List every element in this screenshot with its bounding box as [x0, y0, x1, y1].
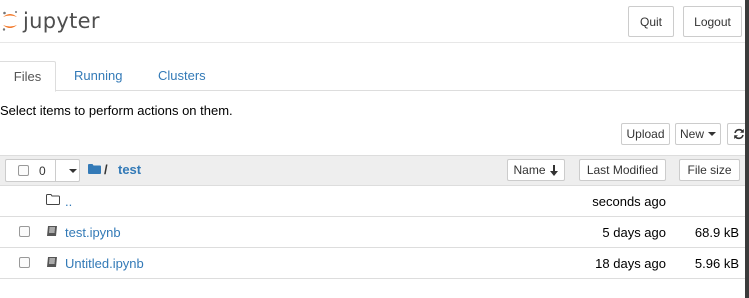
item-checkbox[interactable] — [19, 257, 30, 268]
sort-by-name-button[interactable]: Name — [507, 159, 565, 181]
last-modified: 18 days ago — [595, 256, 666, 271]
sort-by-modified-button[interactable]: Last Modified — [579, 159, 666, 181]
folder-open-icon — [46, 194, 60, 205]
chevron-down-icon — [708, 132, 716, 136]
logout-button[interactable]: Logout — [683, 6, 742, 37]
last-modified: seconds ago — [592, 194, 666, 209]
notebook-icon — [47, 226, 57, 236]
refresh-icon — [733, 128, 744, 140]
new-button-label: New — [679, 127, 704, 141]
list-item[interactable]: test.ipynb 5 days ago 68.9 kB — [0, 217, 745, 248]
tab-files[interactable]: Files — [0, 61, 56, 92]
tab-running[interactable]: Running — [74, 61, 122, 91]
file-size: 68.9 kB — [694, 225, 739, 240]
new-button[interactable]: New — [675, 123, 721, 145]
last-modified: 5 days ago — [602, 225, 666, 240]
breadcrumb-separator: / — [104, 162, 108, 177]
sort-name-label: Name — [513, 163, 546, 177]
jupyter-logo[interactable]: jupyter — [2, 6, 100, 36]
folder-icon[interactable] — [88, 164, 101, 174]
notebook-icon — [47, 257, 57, 267]
jupyter-logo-icon — [2, 11, 17, 31]
selected-count: 0 — [39, 164, 46, 178]
sort-by-size-button[interactable]: File size — [679, 159, 740, 181]
arrow-down-icon — [549, 164, 558, 176]
file-name-link[interactable]: Untitled.ipynb — [65, 256, 144, 271]
breadcrumb-current[interactable]: test — [118, 162, 141, 177]
file-name-link[interactable]: .. — [65, 194, 72, 209]
tab-bar: Files Running Clusters — [0, 61, 749, 92]
upload-button[interactable]: Upload — [621, 123, 670, 145]
header-bar: jupyter Quit Logout — [0, 0, 749, 43]
tab-clusters[interactable]: Clusters — [158, 61, 206, 91]
list-item[interactable]: .. seconds ago — [0, 186, 745, 217]
window-edge — [745, 0, 749, 298]
divider — [55, 160, 56, 181]
instruction-text: Select items to perform actions on them. — [0, 103, 233, 118]
chevron-down-icon[interactable] — [69, 169, 77, 173]
file-name-link[interactable]: test.ipynb — [65, 225, 121, 240]
select-all-checkbox[interactable] — [18, 165, 29, 176]
brand-name: jupyter — [23, 9, 100, 33]
select-all-dropdown[interactable]: 0 — [5, 159, 80, 182]
item-checkbox[interactable] — [19, 226, 30, 237]
quit-button[interactable]: Quit — [628, 6, 674, 37]
list-item[interactable]: Untitled.ipynb 18 days ago 5.96 kB — [0, 248, 745, 279]
file-size: 5.96 kB — [694, 256, 739, 271]
